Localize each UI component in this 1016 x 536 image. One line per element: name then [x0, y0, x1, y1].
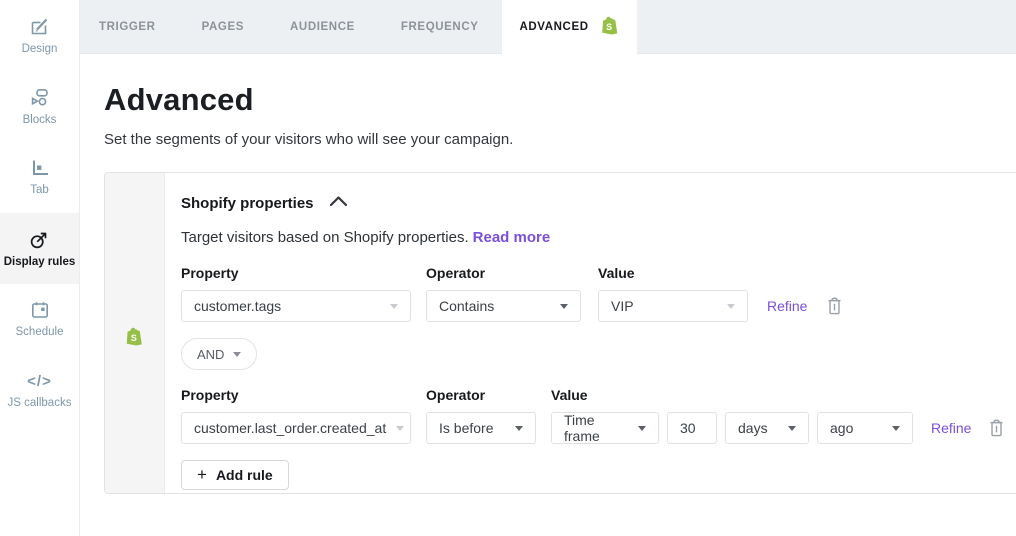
property-label: Property [181, 265, 411, 281]
value-amount-input[interactable] [667, 412, 717, 444]
sidebar-item-display-rules[interactable]: Display rules [0, 213, 79, 284]
tab-advanced[interactable]: ADVANCED S [502, 0, 637, 54]
value-value: VIP [611, 298, 634, 314]
chevron-down-icon [638, 426, 646, 431]
rule-row-2: Property customer.last_order.created_at … [181, 387, 1016, 444]
left-sidebar: Design Blocks Tab Displ [0, 0, 80, 536]
property-select[interactable]: customer.tags [181, 290, 411, 322]
chevron-down-icon [788, 426, 796, 431]
section-collapse-toggle[interactable]: Shopify properties [181, 194, 1016, 212]
property-select[interactable]: customer.last_order.created_at [181, 412, 411, 444]
trash-icon[interactable] [989, 419, 1004, 437]
svg-text:S: S [130, 333, 136, 343]
operator-label: Operator [426, 265, 581, 281]
chevron-down-icon [560, 304, 568, 309]
chevron-down-icon [727, 304, 735, 309]
tab-audience[interactable]: AUDIENCE [267, 0, 378, 53]
plus-icon: + [197, 466, 207, 483]
chevron-down-icon [892, 426, 900, 431]
code-icon: </> [27, 371, 52, 391]
design-icon [29, 16, 50, 37]
description-text: Target visitors based on Shopify propert… [181, 229, 469, 246]
shopify-bag-icon: S [126, 327, 143, 351]
property-value: customer.last_order.created_at [194, 420, 386, 436]
read-more-link[interactable]: Read more [473, 229, 551, 246]
sidebar-item-label: Schedule [16, 327, 64, 339]
sidebar-item-label: Blocks [23, 115, 57, 127]
sidebar-item-schedule[interactable]: Schedule [0, 284, 79, 355]
chevron-down-icon [396, 426, 404, 431]
sidebar-item-label: Tab [30, 185, 49, 197]
tab-icon [30, 158, 50, 178]
shopify-properties-panel: S Shopify properties Target visitors bas… [104, 172, 1016, 494]
chevron-up-icon [329, 194, 348, 212]
sidebar-item-label: Design [22, 44, 58, 56]
value-unit-value: days [738, 420, 768, 436]
panel-gutter: S [105, 173, 165, 493]
panel-content: Shopify properties Target visitors based… [165, 173, 1016, 493]
rule-row-1: Property customer.tags Operator Contains… [181, 265, 1016, 322]
refine-link[interactable]: Refine [931, 420, 971, 436]
page-title: Advanced [104, 82, 1016, 118]
chevron-down-icon [390, 304, 398, 309]
value-select[interactable]: VIP [598, 290, 748, 322]
operator-select[interactable]: Is before [426, 412, 536, 444]
section-title: Shopify properties [181, 195, 314, 212]
value-qualifier-select[interactable]: ago [817, 412, 913, 444]
sidebar-item-label: JS callbacks [8, 398, 72, 410]
sidebar-item-blocks[interactable]: Blocks [0, 71, 79, 142]
value-mode-select[interactable]: Time frame [551, 412, 659, 444]
operator-value: Is before [439, 420, 493, 436]
sidebar-item-tab[interactable]: Tab [0, 142, 79, 213]
trash-icon[interactable] [827, 297, 842, 315]
add-rule-button[interactable]: + Add rule [181, 460, 289, 490]
sidebar-item-label: Display rules [4, 257, 76, 269]
calendar-icon [30, 300, 50, 320]
operator-value: Contains [439, 298, 494, 314]
tab-trigger[interactable]: TRIGGER [80, 0, 179, 53]
value-label: Value [598, 265, 748, 281]
svg-text:S: S [606, 22, 612, 32]
dart-icon [29, 229, 50, 250]
shopify-bag-icon: S [602, 16, 619, 38]
operator-label: Operator [426, 387, 536, 403]
chevron-down-icon [233, 352, 241, 357]
sidebar-item-js-callbacks[interactable]: </> JS callbacks [0, 355, 79, 426]
connector-select[interactable]: AND [181, 338, 257, 370]
tab-frequency[interactable]: FREQUENCY [378, 0, 502, 53]
value-unit-select[interactable]: days [725, 412, 809, 444]
section-description: Target visitors based on Shopify propert… [181, 229, 1016, 246]
property-label: Property [181, 387, 411, 403]
operator-select[interactable]: Contains [426, 290, 581, 322]
refine-link[interactable]: Refine [767, 298, 807, 314]
chevron-down-icon [515, 426, 523, 431]
value-label: Value [551, 387, 913, 403]
sidebar-item-design[interactable]: Design [0, 0, 79, 71]
tab-advanced-label: ADVANCED [520, 21, 589, 33]
value-qualifier-value: ago [830, 420, 853, 436]
blocks-icon [29, 87, 50, 108]
top-tabbar: TRIGGER PAGES AUDIENCE FREQUENCY ADVANCE… [80, 0, 1016, 54]
page-subtitle: Set the segments of your visitors who wi… [104, 131, 1016, 148]
add-rule-label: Add rule [216, 467, 273, 483]
tab-pages[interactable]: PAGES [179, 0, 267, 53]
property-value: customer.tags [194, 298, 281, 314]
connector-value: AND [197, 347, 224, 362]
value-mode-value: Time frame [564, 412, 628, 444]
